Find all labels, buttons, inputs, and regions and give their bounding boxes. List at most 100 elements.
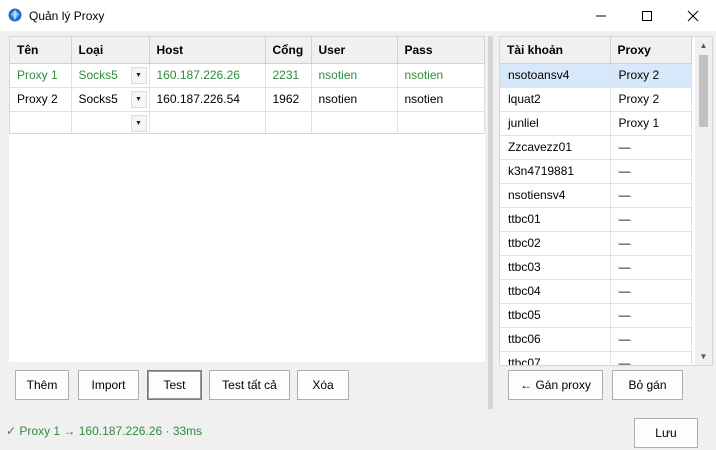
account-proxy-cell[interactable]: — [610, 303, 692, 328]
table-row[interactable]: nsotiensv4— [500, 183, 692, 208]
proxy-host-cell[interactable] [149, 111, 266, 136]
assign-proxy-button[interactable]: ← Gán proxy [508, 370, 603, 400]
account-button-bar: ← Gán proxy Bỏ gán [499, 366, 713, 407]
account-cell[interactable]: lquat2 [500, 87, 611, 112]
dropdown-arrow-icon[interactable]: ▼ [130, 66, 147, 84]
table-row[interactable]: Proxy 2 Socks5 ▼ 160.187.226.54 1962 nsot… [10, 87, 485, 112]
account-proxy-cell[interactable]: Proxy 1 [610, 111, 692, 136]
status-text: ✓ Proxy 1 → 160.187.226.26 · 33ms [6, 424, 203, 438]
account-cell[interactable]: ttbc07 [500, 351, 611, 365]
proxy-user-cell[interactable]: nsotien [311, 87, 398, 112]
close-button[interactable] [670, 0, 716, 31]
accounts-table: Tài khoản Proxy nsotoansv4 Proxy 2 lquat2… [499, 36, 713, 366]
account-cell[interactable]: ttbc01 [500, 207, 611, 232]
column-header-type[interactable]: Loại [71, 37, 150, 64]
add-button[interactable]: Thêm [15, 370, 69, 400]
proxy-user-cell[interactable] [311, 111, 398, 136]
table-row[interactable]: ttbc04— [500, 279, 692, 304]
proxy-host-cell[interactable]: 160.187.226.26 [149, 63, 266, 88]
table-row[interactable]: ttbc06— [500, 327, 692, 352]
account-proxy-cell[interactable]: Proxy 2 [610, 63, 692, 88]
proxy-pass-cell[interactable]: nsotien [397, 63, 485, 88]
import-button[interactable]: Import [78, 370, 139, 400]
proxy-type-cell[interactable]: ▼ [71, 111, 150, 136]
table-row[interactable]: ttbc01— [500, 207, 692, 232]
proxy-port-cell[interactable]: 2231 [265, 63, 312, 88]
scroll-down-arrow-icon[interactable]: ▼ [695, 348, 712, 365]
account-proxy-cell[interactable]: — [610, 231, 692, 256]
scrollbar-thumb[interactable] [699, 55, 708, 127]
account-cell[interactable]: ttbc02 [500, 231, 611, 256]
proxy-type-value: Socks5 [78, 92, 118, 106]
column-header-port[interactable]: Cổng [265, 37, 312, 64]
proxy-type-cell[interactable]: Socks5 ▼ [71, 63, 150, 88]
window-title: Quản lý Proxy [29, 9, 105, 23]
panel-splitter[interactable] [488, 36, 493, 409]
proxy-port-cell[interactable]: 1962 [265, 87, 312, 112]
unassign-proxy-button[interactable]: Bỏ gán [612, 370, 683, 400]
column-header-user[interactable]: User [311, 37, 398, 64]
account-cell[interactable]: ttbc03 [500, 255, 611, 280]
table-row[interactable]: ttbc03— [500, 255, 692, 280]
account-cell[interactable]: ttbc05 [500, 303, 611, 328]
table-row[interactable]: nsotoansv4 Proxy 2 [500, 63, 692, 88]
delete-button[interactable]: Xóa [297, 370, 349, 400]
column-header-pass[interactable]: Pass [397, 37, 485, 64]
table-row[interactable]: Zzcavezz01— [500, 135, 692, 160]
proxy-port-cell[interactable] [265, 111, 312, 136]
gem-icon [8, 8, 22, 22]
proxy-user-cell[interactable]: nsotien [311, 63, 398, 88]
proxy-name-cell[interactable]: Proxy 1 [10, 63, 72, 88]
account-proxy-cell[interactable]: — [610, 279, 692, 304]
table-row[interactable]: junliel Proxy 1 [500, 111, 692, 136]
save-button[interactable]: Lưu [634, 418, 698, 448]
account-cell[interactable]: Zzcavezz01 [500, 135, 611, 160]
column-header-name[interactable]: Tên [10, 37, 72, 64]
column-header-host[interactable]: Host [149, 37, 266, 64]
proxy-table: Tên Loại Host Cổng User Pass Proxy 1 Soc… [9, 36, 485, 136]
column-header-proxy[interactable]: Proxy [610, 37, 692, 64]
proxy-type-cell[interactable]: Socks5 ▼ [71, 87, 150, 112]
account-proxy-cell[interactable]: Proxy 2 [610, 87, 692, 112]
proxy-pass-cell[interactable]: nsotien [397, 87, 485, 112]
dropdown-arrow-icon[interactable]: ▼ [130, 114, 147, 132]
account-cell[interactable]: nsotoansv4 [500, 63, 611, 88]
account-proxy-cell[interactable]: — [610, 135, 692, 160]
vertical-scrollbar[interactable]: ▲ ▼ [695, 37, 712, 365]
account-proxy-cell[interactable]: — [610, 207, 692, 232]
proxy-table-empty-area [9, 134, 485, 362]
new-row[interactable]: ▼ [10, 111, 485, 136]
table-row[interactable]: ttbc02— [500, 231, 692, 256]
proxy-pass-cell[interactable] [397, 111, 485, 136]
account-proxy-cell[interactable]: — [610, 183, 692, 208]
proxy-button-bar: Thêm Import Test Test tất cả Xóa [9, 362, 485, 407]
column-header-account[interactable]: Tài khoản [500, 37, 611, 64]
minimize-icon [596, 15, 606, 17]
accounts-table-header: Tài khoản Proxy [500, 37, 692, 64]
minimize-button[interactable] [578, 0, 624, 31]
dropdown-arrow-icon[interactable]: ▼ [130, 90, 147, 108]
test-all-button[interactable]: Test tất cả [209, 370, 290, 400]
account-proxy-cell[interactable]: — [610, 351, 692, 365]
account-proxy-cell[interactable]: — [610, 159, 692, 184]
test-button[interactable]: Test [147, 370, 202, 400]
account-cell[interactable]: nsotiensv4 [500, 183, 611, 208]
table-row[interactable]: k3n4719881— [500, 159, 692, 184]
scroll-up-arrow-icon[interactable]: ▲ [695, 37, 712, 54]
table-row[interactable]: lquat2 Proxy 2 [500, 87, 692, 112]
account-cell[interactable]: junliel [500, 111, 611, 136]
maximize-icon [642, 11, 652, 21]
maximize-button[interactable] [624, 0, 670, 31]
proxy-host-cell[interactable]: 160.187.226.54 [149, 87, 266, 112]
account-cell[interactable]: ttbc04 [500, 279, 611, 304]
proxy-name-cell[interactable]: Proxy 2 [10, 87, 72, 112]
account-cell[interactable]: ttbc06 [500, 327, 611, 352]
account-proxy-cell[interactable]: — [610, 255, 692, 280]
account-cell[interactable]: k3n4719881 [500, 159, 611, 184]
account-proxy-cell[interactable]: — [610, 327, 692, 352]
proxy-name-cell[interactable] [10, 111, 72, 136]
table-row[interactable]: Proxy 1 Socks5 ▼ 160.187.226.26 2231 nsot… [10, 63, 485, 88]
table-row[interactable]: ttbc07— [500, 351, 692, 365]
table-row[interactable]: ttbc05— [500, 303, 692, 328]
close-icon [687, 10, 699, 22]
